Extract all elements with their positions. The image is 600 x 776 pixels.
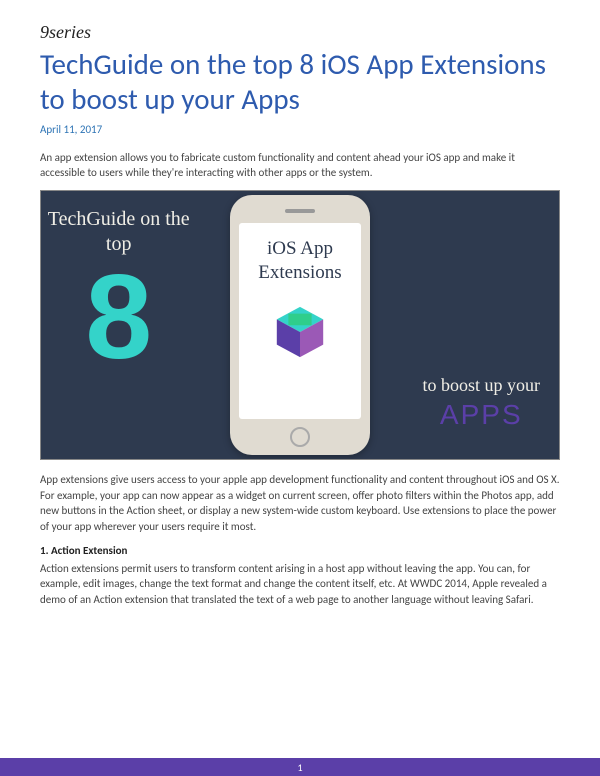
phone-screen-text: iOS App Extensions xyxy=(258,237,341,285)
hero-image: TechGuide on the top 8 iOS App Extension… xyxy=(40,190,560,460)
brand-logo: 9series xyxy=(40,22,560,43)
phone-screen: iOS App Extensions xyxy=(239,223,361,419)
footer-bar: 1 xyxy=(0,758,600,776)
article-title: TechGuide on the top 8 iOS App Extension… xyxy=(40,47,560,117)
hero-right-panel: to boost up your APPS xyxy=(404,191,559,459)
cube-icon xyxy=(271,303,329,361)
page-number: 1 xyxy=(297,761,302,774)
document-page: 9series TechGuide on the top 8 iOS App E… xyxy=(0,0,600,607)
phone-line2: Extensions xyxy=(258,262,341,283)
hero-right-apps-text: APPS xyxy=(440,399,523,431)
section-1-body: Action extensions permit users to transf… xyxy=(40,561,560,607)
phone-speaker xyxy=(285,209,315,213)
hero-left-panel: TechGuide on the top 8 xyxy=(41,191,196,459)
intro-paragraph: An app extension allows you to fabricate… xyxy=(40,150,560,181)
phone-mockup: iOS App Extensions xyxy=(230,195,370,455)
hero-center-panel: iOS App Extensions xyxy=(196,191,403,459)
phone-home-button xyxy=(290,427,310,447)
body-paragraph: App extensions give users access to your… xyxy=(40,472,560,534)
hero-big-number: 8 xyxy=(85,263,152,371)
section-1-heading: 1. Action Extension xyxy=(40,544,560,557)
phone-line1: iOS App xyxy=(267,238,333,259)
article-date: April 11, 2017 xyxy=(40,123,560,136)
hero-right-text: to boost up your xyxy=(423,374,541,397)
